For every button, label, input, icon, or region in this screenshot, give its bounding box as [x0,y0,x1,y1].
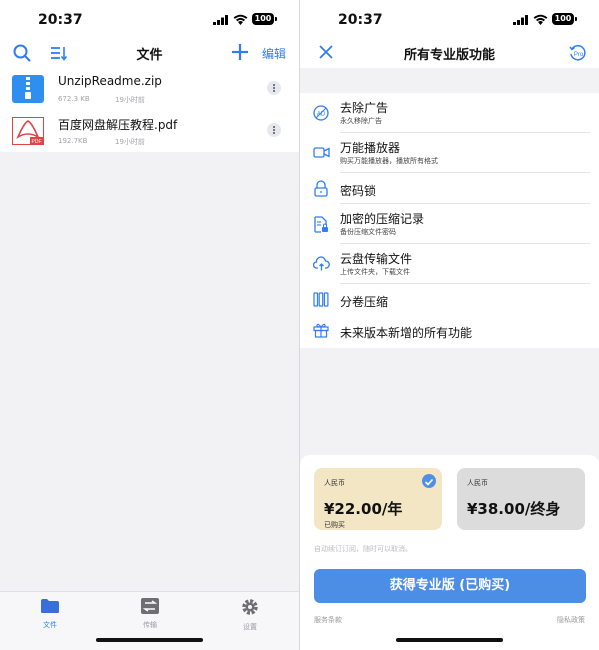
feature-title: 分卷压缩 [340,295,389,309]
feature-item: 云盘传输文件 上传文件夹，下载文件 [300,244,599,284]
file-list: UnzipReadme.zip 672.3 KB 19小时前 PDF 百度网盘解… [0,68,299,152]
price-amount: ¥22.00/年 [324,500,403,518]
feature-item: 万能播放器 购买万能播放器，播放所有格式 [300,133,599,173]
folder-icon [41,599,59,613]
tab-label: 传输 [143,621,157,629]
home-indicator [96,638,203,642]
status-time: 20:37 [38,12,83,28]
pro-navbar: 所有专业版功能 Pro [300,38,599,68]
feature-title: 云盘传输文件 [340,252,413,266]
price-currency: 人民币 [467,479,488,487]
no-ads-icon: AD [313,105,329,121]
svg-text:PDF: PDF [32,139,42,145]
file-size: 672.3 KB [58,95,90,103]
restore-purchase-icon[interactable]: Pro [569,44,587,62]
tab-label: 文件 [43,621,57,629]
file-time: 19小时前 [115,96,145,104]
purchase-sheet: 人民币 ¥22.00/年 已购买 人民币 ¥38.00/终身 自动续订订阅，随时… [300,455,599,650]
video-player-icon [313,147,330,158]
file-row-zip[interactable]: UnzipReadme.zip 672.3 KB 19小时前 [0,68,299,110]
page-title: 所有专业版功能 [403,48,495,63]
split-volume-icon [313,292,329,307]
encrypted-file-icon [314,216,328,233]
cellular-signal-icon [213,15,228,25]
feature-title: 未来版本新增的所有功能 [340,326,473,340]
feature-item: 密码锁 [300,173,599,204]
feature-item: 未来版本新增的所有功能 [300,315,599,348]
pro-features-screen: 20:37 100 所有专业版功能 Pro AD 去除广告 永久移除广告 万能播… [300,0,599,650]
feature-title: 密码锁 [340,184,377,198]
feature-title: 万能播放器 [340,141,401,155]
feature-list: AD 去除广告 永久移除广告 万能播放器 购买万能播放器，播放所有格式 密码锁 [300,93,599,348]
feature-subtitle: 永久移除广告 [340,117,382,125]
price-option-yearly[interactable]: 人民币 ¥22.00/年 已购买 [314,468,442,530]
battery-icon: 100 [252,13,277,25]
tab-transfer[interactable]: 传输 [130,598,170,630]
feature-subtitle: 备份压缩文件密码 [340,228,396,236]
status-bar: 20:37 100 [300,0,599,38]
feature-item: 加密的压缩记录 备份压缩文件密码 [300,204,599,244]
home-indicator [396,638,503,642]
price-option-lifetime[interactable]: 人民币 ¥38.00/终身 [457,468,585,530]
feature-subtitle: 上传文件夹，下载文件 [340,268,410,276]
gift-icon [313,323,329,338]
checkmark-icon [422,474,436,488]
price-currency: 人民币 [324,479,345,487]
file-row-pdf[interactable]: PDF 百度网盘解压教程.pdf 192.7KB 19小时前 [0,110,299,152]
more-options-icon[interactable] [267,81,281,95]
gear-icon [242,599,258,615]
feature-title: 加密的压缩记录 [340,212,425,226]
feature-subtitle: 购买万能播放器，播放所有格式 [340,157,438,165]
tab-settings[interactable]: 设置 [230,598,270,632]
wifi-icon [533,14,548,25]
battery-icon: 100 [552,13,577,25]
tab-files[interactable]: 文件 [30,598,70,630]
zip-file-icon [12,75,44,103]
more-options-icon[interactable] [267,123,281,137]
get-pro-button[interactable]: 获得专业版 (已购买) [314,569,586,603]
file-time: 19小时前 [115,138,145,146]
padlock-icon [314,180,328,197]
wifi-icon [233,14,248,25]
tab-label: 设置 [243,623,257,631]
terms-link[interactable]: 服务条款 [314,615,342,625]
transfer-icon [141,598,159,614]
files-screen: 20:37 100 文件 编辑 UnzipReadme.zip 672.3 KB… [0,0,299,650]
feature-item: 分卷压缩 [300,284,599,315]
status-bar: 20:37 100 [0,0,299,38]
file-name: UnzipReadme.zip [58,74,162,88]
file-name: 百度网盘解压教程.pdf [58,118,178,132]
feature-title: 去除广告 [340,101,389,115]
cloud-upload-icon [313,256,330,271]
pdf-file-icon: PDF [12,117,44,145]
price-amount: ¥38.00/终身 [467,500,561,518]
svg-text:Pro: Pro [574,52,584,58]
page-title: 文件 [136,48,163,63]
feature-item: AD 去除广告 永久移除广告 [300,93,599,133]
files-navbar: 文件 编辑 [0,38,299,68]
cellular-signal-icon [513,15,528,25]
privacy-link[interactable]: 隐私政策 [557,615,585,625]
status-time: 20:37 [338,12,383,28]
edit-button[interactable]: 编辑 [262,45,286,62]
file-size: 192.7KB [58,137,88,145]
subscription-note: 自动续订订阅，随时可以取消。 [314,545,412,553]
purchased-label: 已购买 [324,521,345,529]
add-icon[interactable] [231,43,249,61]
